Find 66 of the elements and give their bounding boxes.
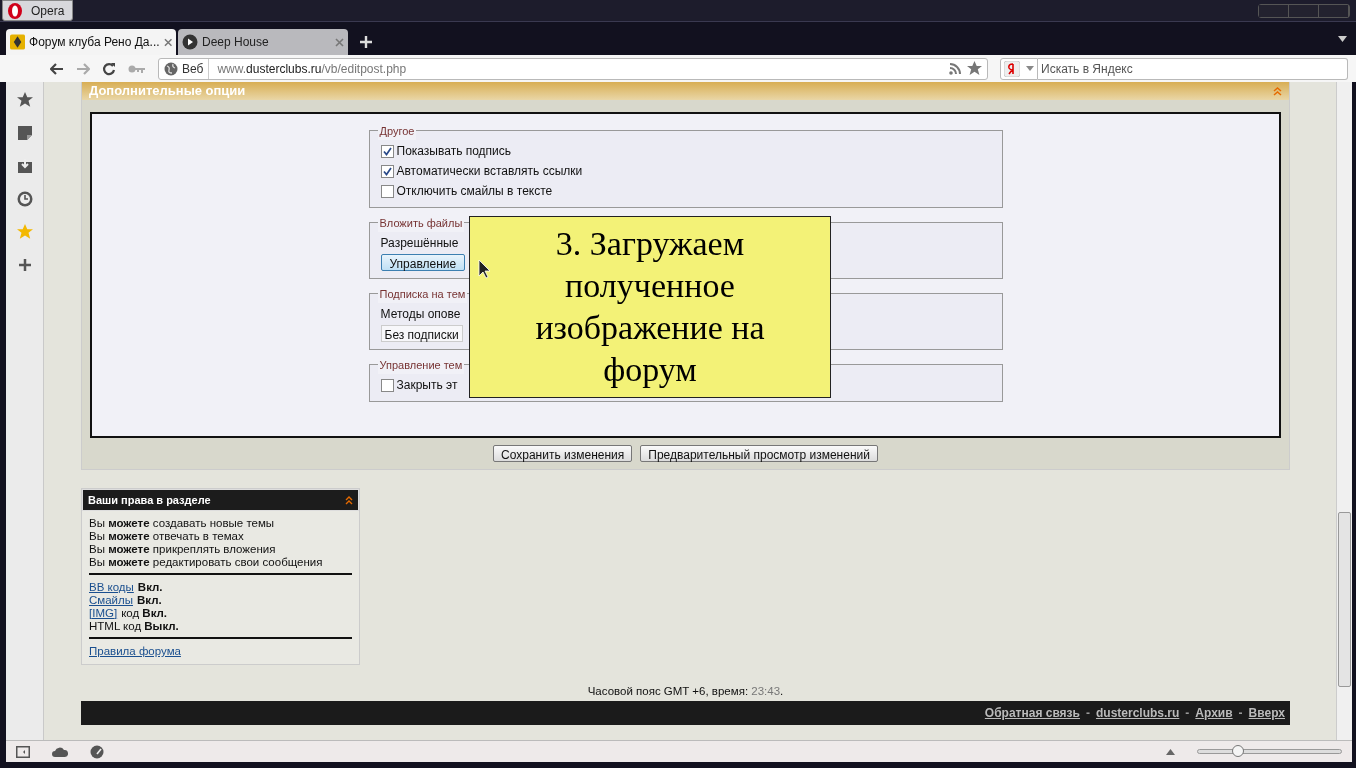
star-icon[interactable] (16, 224, 33, 240)
checkbox[interactable] (380, 144, 394, 158)
rules-link[interactable]: Правила форума (89, 645, 181, 658)
star-icon[interactable] (16, 92, 33, 108)
scrollbar[interactable] (1336, 82, 1352, 740)
new-tab-plus-icon[interactable] (360, 36, 372, 48)
gauge-icon[interactable] (90, 744, 104, 759)
footer-link[interactable]: Вверх (1248, 704, 1285, 723)
search-field[interactable]: Искать в Яндекс (1038, 57, 1348, 80)
back-arrow-icon[interactable] (50, 62, 64, 75)
manage-attachments-button[interactable]: Управление (380, 254, 466, 271)
play-icon (182, 34, 198, 50)
note-icon[interactable] (16, 125, 33, 141)
subscription-select[interactable]: Без подписки (380, 325, 463, 342)
search-engine-button[interactable] (1000, 57, 1038, 80)
field-label: Методы опове (380, 306, 461, 323)
permission-text: Вы можете создавать новые темы (89, 517, 276, 530)
zoom-slider-thumb[interactable] (1232, 745, 1245, 757)
code-status: HTML код Выкл. (89, 620, 179, 633)
box-title: Ваши права в разделе (88, 492, 211, 508)
code-status: Вкл. (137, 581, 163, 594)
search-engine-logo-icon (1004, 60, 1020, 77)
panel-toggle-icon[interactable] (16, 745, 30, 758)
collapse-chevrons-icon[interactable] (345, 495, 353, 505)
checkbox-label: Отключить смайлы в тексте (396, 183, 553, 200)
link-separator: - (1185, 705, 1190, 723)
opera-menu-button[interactable]: Opera (2, 0, 74, 21)
permission-text: Вы можете отвечать в темах (89, 530, 245, 543)
checkbox[interactable] (380, 164, 394, 178)
code-status: Вкл. (137, 594, 162, 607)
code-status: код Вкл. (121, 607, 168, 620)
up-arrow-icon[interactable] (1166, 748, 1175, 755)
checkbox-label: Показывать подпись (396, 143, 512, 160)
close-icon[interactable] (335, 37, 344, 47)
opera-logo-icon (7, 2, 23, 20)
timezone-text: Часовой пояс GMT +6, время: 23:43. (586, 684, 785, 699)
checkbox[interactable] (380, 378, 394, 392)
form-button[interactable]: Предварительный просмотр изменений (640, 445, 878, 462)
browser-tab[interactable]: Deep House (178, 29, 348, 55)
cloud-icon[interactable] (52, 746, 68, 757)
panel-title: Дополнительные опции (89, 82, 246, 101)
code-link[interactable]: BB коды (89, 581, 134, 594)
footer-link[interactable]: Обратная связь (984, 704, 1080, 723)
link-separator: - (1085, 705, 1090, 723)
field-label: Разрешённые (380, 235, 459, 252)
clock-icon[interactable] (16, 191, 33, 207)
instruction-note: 3. Загружаем полученное изображение на форум (469, 216, 831, 398)
reload-icon[interactable] (102, 61, 116, 76)
permission-text: Вы можете прикреплять вложения (89, 543, 277, 556)
code-link[interactable]: Смайлы (89, 594, 133, 607)
group-legend: Вложить файлы (377, 215, 465, 232)
code-link[interactable]: [IMG] (89, 607, 118, 620)
form-button[interactable]: Сохранить изменения (493, 445, 633, 462)
mouse-cursor-icon (478, 259, 491, 279)
checkbox[interactable] (380, 184, 394, 198)
permission-text: Вы можете редактировать свои сообщения (89, 556, 324, 569)
dropdown-caret-icon[interactable] (1338, 36, 1347, 42)
plus-icon[interactable] (16, 257, 33, 273)
checkbox-label: Закрыть эт (396, 377, 458, 394)
link-separator: - (1238, 705, 1243, 723)
browser-tab[interactable]: Форум клуба Рено Да... (6, 29, 176, 55)
checkbox-label: Автоматически вставлять ссылки (396, 163, 583, 180)
footer-link[interactable]: Архив (1195, 704, 1233, 723)
footer-link[interactable]: dusterclubs.ru (1095, 704, 1180, 723)
scrollbar-thumb[interactable] (1338, 512, 1351, 687)
close-icon[interactable] (163, 37, 172, 47)
